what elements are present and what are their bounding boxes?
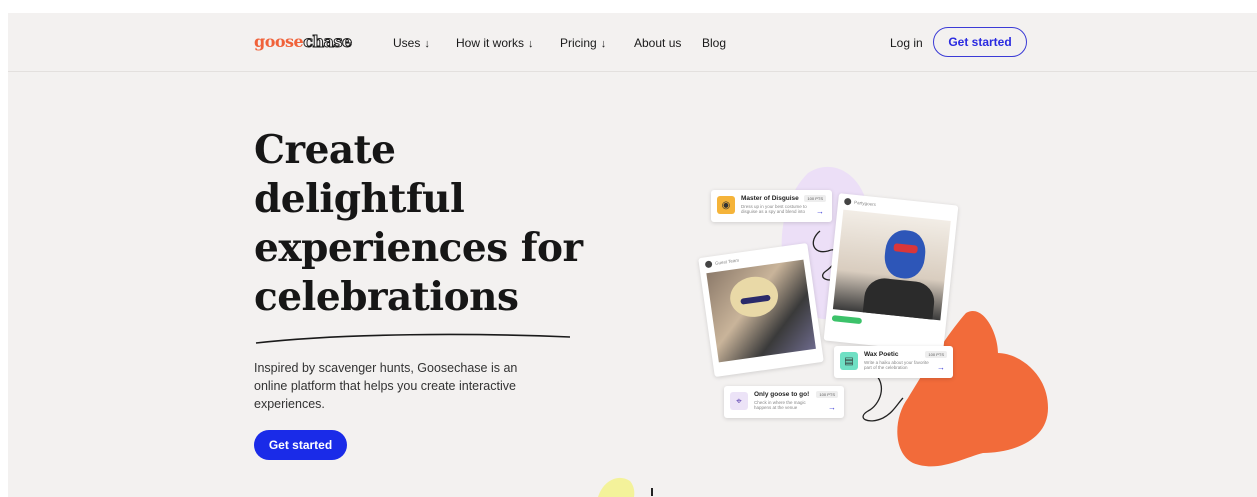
mission-description: Check in where the magic happens at the …	[754, 400, 806, 410]
avatar	[704, 260, 713, 269]
nav-how-it-works-label: How it works	[456, 36, 525, 50]
costume-photo	[706, 259, 816, 363]
page: goosechase Uses ↓ How it works ↓ Pricing ↓ …	[8, 13, 1257, 497]
photo-post-card-2: Partygoers	[823, 193, 959, 353]
nav-about-us[interactable]: About us	[634, 36, 681, 50]
avatar	[843, 197, 852, 206]
chevron-down-icon: ↓	[600, 38, 607, 50]
underline-swoosh	[255, 333, 571, 344]
points-badge: 100 PTS	[925, 351, 947, 358]
hero-get-started-button[interactable]: Get started	[254, 430, 347, 460]
chevron-down-icon: ↓	[424, 38, 430, 50]
mission-title: Master of Disguise	[741, 195, 799, 202]
login-link[interactable]: Log in	[890, 36, 923, 50]
nav-pricing[interactable]: Pricing ↓	[560, 36, 606, 50]
location-pin-icon: ⌖	[730, 392, 748, 410]
points-badge: 100 PTS	[804, 195, 826, 202]
hero-illustration	[598, 166, 1048, 497]
mission-card-only-goose-to-go: ⌖ Only goose to go! 100 PTS Check in whe…	[724, 386, 844, 418]
hero-title: Create delightful experiences for celebr…	[254, 127, 583, 320]
camera-icon: ◉	[717, 196, 735, 214]
document-icon: ▤	[840, 352, 858, 370]
mission-card-wax-poetic: ▤ Wax Poetic 100 PTS Write a haiku about…	[834, 346, 953, 378]
nav-blog[interactable]: Blog	[702, 36, 726, 50]
photo-post-card-1: Guest Team	[698, 242, 824, 378]
mission-card-master-of-disguise: ◉ Master of Disguise 100 PTS Dress up in…	[711, 190, 832, 222]
logo-text-chase: chase	[303, 32, 353, 52]
points-badge: 100 PTS	[816, 391, 838, 398]
nav-how-it-works[interactable]: How it works ↓	[456, 36, 534, 50]
nav-pricing-label: Pricing	[560, 36, 597, 50]
post-user: Guest Team	[714, 257, 740, 266]
mission-description: Write a haiku about your favorite part o…	[864, 360, 929, 370]
chevron-down-icon: ↓	[528, 38, 534, 50]
arrow-right-icon: →	[937, 363, 945, 372]
arrow-right-icon: →	[828, 403, 836, 412]
arrow-right-icon: →	[816, 207, 824, 216]
mission-description: Dress up in your best costume to disguis…	[741, 204, 807, 214]
navbar: goosechase Uses ↓ How it works ↓ Pricing ↓ …	[8, 13, 1257, 72]
hero-description: Inspired by scavenger hunts, Goosechase …	[254, 361, 518, 411]
logo-text-goose: goose	[254, 32, 304, 51]
nav-get-started-button[interactable]: Get started	[933, 27, 1027, 57]
post-user: Partygoers	[853, 199, 877, 208]
mission-title: Wax Poetic	[864, 351, 899, 358]
mask-photo	[832, 209, 951, 321]
mission-title: Only goose to go!	[754, 391, 810, 398]
goosechase-logo[interactable]: goosechase	[254, 32, 353, 52]
nav-uses-label: Uses	[393, 36, 421, 50]
nav-uses[interactable]: Uses ↓	[393, 36, 430, 50]
